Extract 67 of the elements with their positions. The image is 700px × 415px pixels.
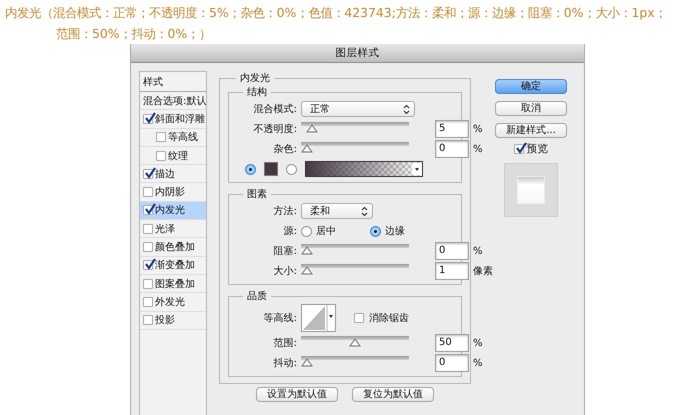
style-item[interactable]: 混合选项:默认 — [140, 92, 206, 110]
value-field[interactable]: 0 — [435, 140, 469, 158]
style-label: 投影 — [155, 314, 175, 328]
style-item[interactable]: 斜面和浮雕 — [140, 110, 206, 129]
style-item[interactable]: 样式 — [140, 72, 206, 92]
unit-label: % — [473, 358, 483, 368]
slider-label: 大小: — [272, 264, 298, 278]
field-label: 混合模式: — [252, 102, 297, 116]
style-item[interactable]: 外发光 — [140, 293, 206, 312]
slider-label: 抖动: — [272, 356, 298, 370]
style-item[interactable]: 等高线 — [140, 128, 206, 147]
style-label: 斜面和浮雕 — [155, 112, 205, 126]
style-label: 渐变叠加 — [155, 258, 195, 272]
radio-label: 居中 — [316, 224, 336, 238]
blend-mode-select[interactable]: 正常 — [301, 101, 415, 117]
style-label: 内阴影 — [155, 186, 185, 200]
checkbox-label: 预览 — [526, 142, 548, 156]
unit-label: % — [473, 338, 483, 348]
style-item[interactable]: 图案叠加 — [140, 274, 206, 294]
value-field[interactable]: 1 — [435, 262, 469, 280]
slider-label: 范围: — [272, 336, 298, 350]
field-label: 方法: — [272, 204, 297, 218]
style-label: 等高线 — [168, 130, 198, 144]
style-label: 光泽 — [155, 222, 175, 236]
group-title: 品质 — [246, 290, 268, 303]
default-button[interactable]: 复位为默认值 — [352, 387, 434, 402]
style-item[interactable]: 投影 — [140, 312, 206, 330]
unit-label: % — [473, 246, 483, 256]
style-label: 内发光 — [155, 204, 185, 218]
style-label: 混合选项:默认 — [143, 94, 206, 108]
radio-label: 边缘 — [385, 224, 405, 238]
field-label: 源: — [282, 225, 297, 238]
caption-text: 范围：50%；抖动：0%；） — [55, 25, 212, 43]
style-label: 图案叠加 — [155, 278, 195, 291]
style-label: 颜色叠加 — [155, 240, 195, 254]
style-item[interactable]: 纹理 — [140, 146, 206, 166]
unit-label: % — [473, 144, 483, 154]
ok-button[interactable]: 确定 — [495, 79, 567, 94]
style-label: 描边 — [155, 168, 175, 181]
field-label: 等高线: — [262, 312, 297, 325]
style-label: 外发光 — [155, 296, 185, 309]
technique-select[interactable]: 柔和 — [301, 203, 373, 219]
dialog-button[interactable]: 新建样式... — [495, 123, 567, 138]
unit-label: 像素 — [473, 264, 493, 278]
style-item[interactable]: 内发光 — [140, 202, 206, 220]
style-item[interactable]: 描边 — [140, 165, 206, 184]
dialog-button[interactable]: 取消 — [495, 101, 567, 116]
style-item[interactable]: 光泽 — [140, 220, 206, 238]
checkbox-label: 消除锯齿 — [369, 312, 409, 325]
value-field[interactable]: 0 — [435, 242, 469, 260]
default-button[interactable]: 设置为默认值 — [256, 387, 338, 402]
group-title: 结构 — [246, 86, 268, 99]
value-field[interactable]: 5 — [435, 120, 469, 138]
value-field[interactable]: 0 — [435, 354, 469, 372]
caption-text: 内发光（混合模式：正常；不透明度：5%；杂色：0%；色值：423743;方法：柔和；源：边缘；阻塞：0%；大小：1px； — [5, 4, 668, 22]
style-item[interactable]: 颜色叠加 — [140, 238, 206, 257]
slider-label: 不透明度: — [252, 122, 298, 136]
panel-title: 内发光 — [239, 72, 271, 85]
style-label: 纹理 — [168, 150, 188, 163]
group-title: 图素 — [246, 188, 268, 201]
value-field[interactable]: 50 — [435, 334, 469, 352]
slider-label: 杂色: — [272, 142, 298, 156]
style-label: 样式 — [143, 76, 163, 88]
unit-label: % — [473, 124, 483, 134]
style-item[interactable]: 渐变叠加 — [140, 256, 206, 275]
window-title: 图层样式 — [131, 44, 584, 63]
slider-label: 阻塞: — [272, 244, 298, 258]
